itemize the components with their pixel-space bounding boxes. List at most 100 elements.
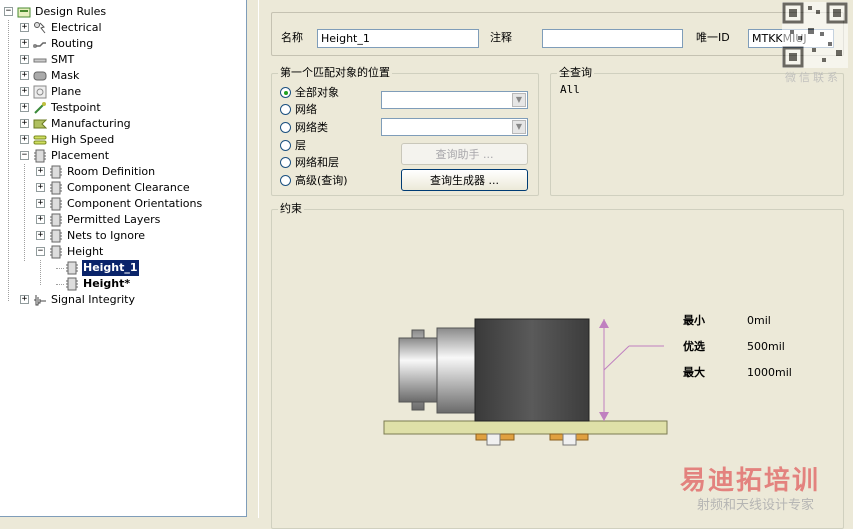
tree-item-signal-integrity[interactable]: + Signal Integrity [0,292,246,308]
expand-icon[interactable]: + [20,71,29,80]
tree-item-height[interactable]: − Height [0,244,246,260]
radio-label: 高级(查询) [295,174,348,187]
tree-item-component-clearance[interactable]: + Component Clearance [0,180,246,196]
expand-icon[interactable]: + [20,39,29,48]
expand-icon[interactable]: + [20,87,29,96]
expand-icon[interactable]: + [36,183,45,192]
tree-item-label: Manufacturing [51,117,131,130]
constraint-label: 最小 [683,314,705,327]
qr-caption: 微信联系 [785,71,841,84]
constraint-value[interactable]: 0mil [747,314,771,328]
radio-button[interactable] [280,140,291,151]
constraint-value[interactable]: 1000mil [747,366,792,380]
expand-icon[interactable]: + [36,167,45,176]
rule-tree[interactable]: − Design Rules + Electrical + Routing + SMT + Mas… [0,0,247,517]
component-icon [49,245,63,259]
tree-item-label: Plane [51,85,82,98]
full-query-title: 全查询 [557,66,594,80]
placement-icon [33,149,47,163]
radio-label: 全部对象 [295,86,339,99]
radio-button[interactable] [280,122,291,133]
tree-item-label: Mask [51,69,80,82]
tree-item-label: High Speed [51,133,115,146]
tree-item-label: Room Definition [67,165,156,178]
expand-icon[interactable]: + [20,119,29,128]
radio-button[interactable] [280,87,291,98]
component-icon [65,277,79,291]
watermark-subtitle: 射频和天线设计专家 [697,498,815,513]
radio-button[interactable] [280,104,291,115]
tree-item-room-definition[interactable]: + Room Definition [0,164,246,180]
design-rules-icon [17,5,31,19]
expand-icon[interactable]: + [20,103,29,112]
height-diagram [383,318,668,446]
tree-item-design-rules[interactable]: − Design Rules [0,4,246,20]
tree-item-testpoint[interactable]: + Testpoint [0,100,246,116]
tree-item-height-1[interactable]: Height_1 [0,260,246,276]
component-icon [65,261,79,275]
connector-sleeve [436,327,478,414]
tree-item-label: Nets to Ignore [67,229,146,242]
radio-label: 网络 [295,103,317,116]
smt-icon [33,53,47,67]
tree-item-plane[interactable]: + Plane [0,84,246,100]
tree-item-electrical[interactable]: + Electrical [0,20,246,36]
tree-item-manufacturing[interactable]: + Manufacturing [0,116,246,132]
tree-item-label: Routing [51,37,94,50]
tree-item-mask[interactable]: + Mask [0,68,246,84]
tree-item-routing[interactable]: + Routing [0,36,246,52]
name-label: 名称 [281,31,303,44]
name-input[interactable] [317,29,479,48]
collapse-icon[interactable]: − [4,7,13,16]
tree-item-component-orientations[interactable]: + Component Orientations [0,196,246,212]
net-combo[interactable]: ▼ [381,91,528,109]
expand-icon[interactable]: + [20,23,29,32]
netclass-combo[interactable]: ▼ [381,118,528,136]
chevron-down-icon[interactable]: ▼ [512,120,526,134]
testpoint-icon [33,101,47,115]
tree-item-height[interactable]: Height* [0,276,246,292]
radio-label: 网络类 [295,121,328,134]
comment-label: 注释 [490,31,512,44]
tree-item-nets-to-ignore[interactable]: + Nets to Ignore [0,228,246,244]
tree-item-label: Component Orientations [67,197,203,210]
component-body [474,318,590,422]
tree-item-label: Testpoint [51,101,101,114]
tree-item-smt[interactable]: + SMT [0,52,246,68]
expand-icon[interactable]: + [36,199,45,208]
expand-icon[interactable]: + [20,295,29,304]
radio-button[interactable] [280,157,291,168]
radio-button[interactable] [280,175,291,186]
expand-icon[interactable]: + [36,231,45,240]
pcb-board [383,420,668,435]
query-builder-button[interactable]: 查询生成器 ... [401,169,528,191]
comment-input[interactable] [542,29,683,48]
constraint-value[interactable]: 500mil [747,340,785,354]
electrical-icon [33,21,47,35]
tree-connector [8,20,9,301]
routing-icon [33,37,47,51]
chevron-down-icon[interactable]: ▼ [512,93,526,107]
tree-item-high-speed[interactable]: + High Speed [0,132,246,148]
qr-code-image [782,2,848,68]
collapse-icon[interactable]: − [36,247,45,256]
tree-item-placement[interactable]: − Placement [0,148,246,164]
constraint-label: 最大 [683,366,705,379]
expand-icon[interactable]: + [36,215,45,224]
watermark-brand: 易迪拓培训 [680,466,821,496]
plane-icon [33,85,47,99]
expand-icon[interactable]: + [20,55,29,64]
collapse-icon[interactable]: − [20,151,29,160]
tree-item-label: Design Rules [35,5,107,18]
constraints-title: 约束 [278,202,304,216]
tree-connector [24,164,25,261]
tree-list: − Design Rules + Electrical + Routing + SMT + Mas… [0,4,246,308]
expand-icon[interactable]: + [20,135,29,144]
full-query-text[interactable]: All [560,83,580,96]
tree-item-permitted-layers[interactable]: + Permitted Layers [0,212,246,228]
component-icon [49,165,63,179]
tree-item-label: Placement [51,149,110,162]
tree-item-label: Component Clearance [67,181,190,194]
tree-item-label: Height [67,245,104,258]
query-helper-button[interactable]: 查询助手 ... [401,143,528,165]
